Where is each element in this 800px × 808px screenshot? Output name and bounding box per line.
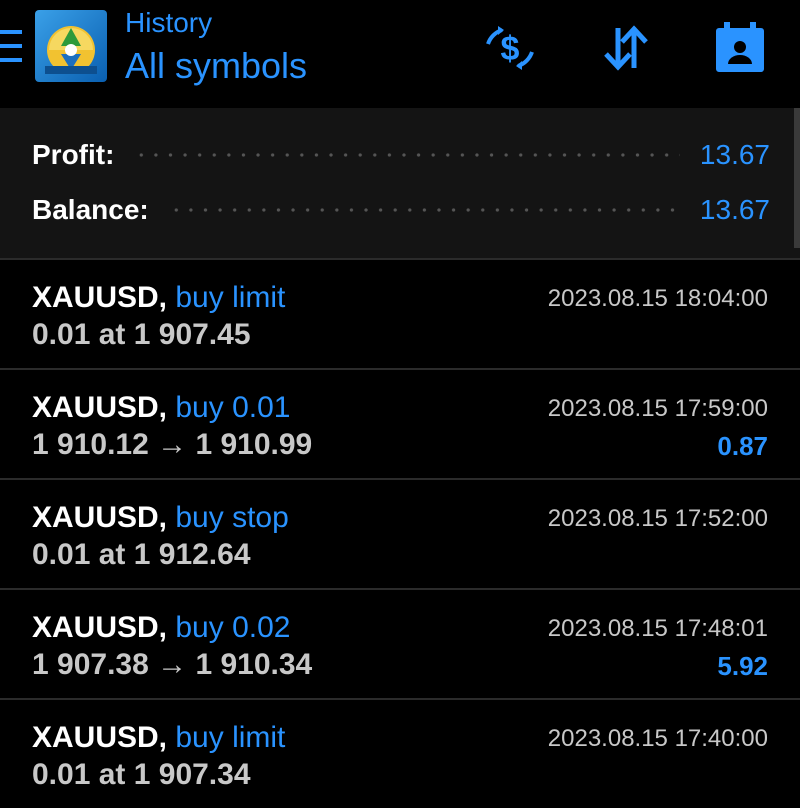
scrollbar[interactable] (794, 108, 800, 248)
item-detail: 1 907.38 → 1 910.34 (32, 648, 313, 681)
hamburger-menu-icon[interactable] (0, 30, 22, 62)
history-item[interactable]: XAUUSD, buy stop 0.01 at 1 912.64 2023.0… (0, 478, 800, 588)
item-title: XAUUSD, buy stop (32, 500, 289, 536)
account-summary: Profit: 13.67 Balance: 13.67 (0, 108, 800, 258)
symbol-filter-title[interactable]: All symbols (125, 44, 307, 88)
item-profit: 5.92 (717, 651, 768, 681)
item-symbol: XAUUSD, (32, 721, 168, 754)
item-detail: 0.01 at 1 912.64 (32, 538, 251, 571)
item-title: XAUUSD, buy 0.02 (32, 610, 290, 646)
item-symbol: XAUUSD, (32, 611, 168, 644)
sort-icon (604, 25, 648, 71)
item-symbol: XAUUSD, (32, 391, 168, 424)
item-symbol: XAUUSD, (32, 281, 168, 314)
item-time: 2023.08.15 17:52:00 (547, 505, 768, 532)
title-block: History All symbols (125, 6, 307, 88)
profit-label: Profit: (32, 139, 115, 170)
currency-exchange-button[interactable]: $ (482, 20, 538, 76)
item-time: 2023.08.15 18:04:00 (547, 285, 768, 312)
balance-row: Balance: 13.67 (32, 190, 770, 230)
currency-exchange-icon: $ (486, 26, 534, 70)
item-action: buy 0.01 (175, 391, 291, 424)
history-item[interactable]: XAUUSD, buy 0.01 1 910.12 → 1 910.99 202… (0, 368, 800, 478)
item-profit: 0.87 (717, 431, 768, 461)
page-title-small: History (125, 7, 213, 38)
item-action: buy limit (175, 721, 286, 754)
profit-row: Profit: 13.67 (32, 135, 770, 175)
dotted-leader (168, 208, 680, 212)
calendar-icon (716, 22, 764, 72)
item-title: XAUUSD, buy 0.01 (32, 390, 290, 426)
item-action: buy limit (175, 281, 286, 314)
history-list: XAUUSD, buy limit 0.01 at 1 907.45 2023.… (0, 258, 800, 808)
profit-value: 13.67 (699, 139, 770, 170)
item-time: 2023.08.15 17:59:00 (547, 395, 768, 422)
calendar-button[interactable] (712, 20, 768, 76)
top-app-bar: History All symbols $ (0, 0, 800, 108)
balance-label: Balance: (32, 194, 149, 225)
sort-button[interactable] (598, 20, 654, 76)
balance-value: 13.67 (699, 194, 770, 225)
item-action: buy stop (175, 501, 289, 534)
dotted-leader (134, 153, 680, 157)
metatrader-logo-icon[interactable] (35, 10, 107, 82)
item-detail: 0.01 at 1 907.34 (32, 758, 251, 791)
item-detail: 1 910.12 → 1 910.99 (32, 428, 313, 461)
item-action: buy 0.02 (175, 611, 291, 644)
item-time: 2023.08.15 17:40:00 (547, 725, 768, 752)
item-detail: 0.01 at 1 907.45 (32, 318, 251, 351)
item-time: 2023.08.15 17:48:01 (547, 615, 768, 642)
history-item[interactable]: XAUUSD, buy 0.02 1 907.38 → 1 910.34 202… (0, 588, 800, 698)
item-title: XAUUSD, buy limit (32, 720, 285, 756)
item-symbol: XAUUSD, (32, 501, 168, 534)
history-item[interactable]: XAUUSD, buy limit 0.01 at 1 907.34 2023.… (0, 698, 800, 808)
svg-text:$: $ (501, 30, 520, 68)
history-item[interactable]: XAUUSD, buy limit 0.01 at 1 907.45 2023.… (0, 258, 800, 368)
item-title: XAUUSD, buy limit (32, 280, 285, 316)
